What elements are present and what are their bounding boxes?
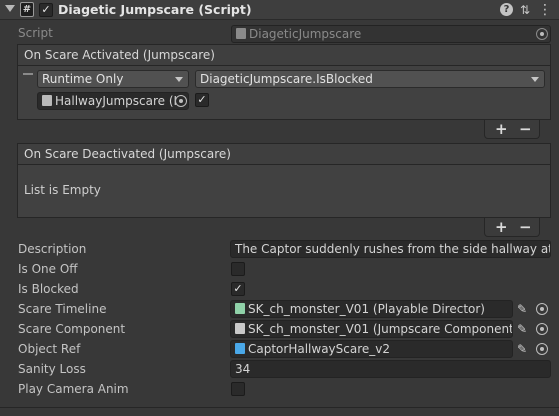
object-ref-field[interactable]: CaptorHallwayScare_v2 <box>230 340 513 358</box>
object-picker-icon[interactable] <box>536 303 548 315</box>
object-ref-label: Object Ref <box>18 342 81 356</box>
checkmark-icon: ✓ <box>41 3 51 16</box>
play-camera-anim-label: Play Camera Anim <box>18 382 129 396</box>
prefab-cube-icon <box>235 343 245 354</box>
play-camera-anim-checkbox[interactable] <box>231 382 245 396</box>
is-blocked-label: Is Blocked <box>18 282 79 296</box>
scare-timeline-field[interactable]: SK_ch_monster_V01 (Playable Director) <box>230 300 513 318</box>
scare-timeline-label: Scare Timeline <box>18 302 107 316</box>
object-picker-icon <box>536 28 548 40</box>
script-hash-icon: # <box>20 2 34 17</box>
sanity-loss-label: Sanity Loss <box>18 362 86 376</box>
pencil-icon[interactable]: ✎ <box>517 322 527 336</box>
help-icon[interactable]: ? <box>500 3 513 16</box>
playable-director-icon <box>235 303 245 314</box>
description-field[interactable]: The Captor suddenly rushes from the side… <box>230 240 551 258</box>
object-picker-icon[interactable] <box>536 343 548 355</box>
is-one-off-label: Is One Off <box>18 262 78 276</box>
listener-object-value: HallwayJumpscare (I <box>55 94 178 108</box>
deactivated-add-remove: + − <box>484 218 540 237</box>
add-button[interactable]: + <box>495 120 508 138</box>
component-title: Diagetic Jumpscare (Script) <box>58 2 252 17</box>
is-one-off-checkbox[interactable] <box>231 262 245 276</box>
presets-sliders-icon[interactable]: ⇅ <box>517 2 533 18</box>
scare-timeline-value: SK_ch_monster_V01 (Playable Director) <box>248 302 485 316</box>
list-empty-text: List is Empty <box>24 183 101 197</box>
runtime-mode-dropdown[interactable]: Runtime Only <box>37 70 189 88</box>
chevron-down-icon <box>531 77 539 82</box>
object-ref-value: CaptorHallwayScare_v2 <box>248 342 391 356</box>
script-label: Script <box>18 26 53 40</box>
function-dropdown[interactable]: DiageticJumpscare.IsBlocked <box>195 70 545 88</box>
kebab-menu-icon[interactable]: ⋮ <box>537 2 553 18</box>
is-blocked-checkbox[interactable]: ✓ <box>231 282 245 296</box>
foldout-arrow-icon[interactable] <box>5 5 15 12</box>
bool-argument-checkbox[interactable]: ✓ <box>195 93 209 107</box>
remove-button[interactable]: − <box>519 218 532 236</box>
component-divider <box>0 407 559 408</box>
checkmark-icon: ✓ <box>197 93 207 106</box>
script-file-icon <box>42 95 52 106</box>
description-label: Description <box>18 242 87 256</box>
checkmark-icon: ✓ <box>233 282 243 295</box>
script-file-icon <box>235 323 245 334</box>
pencil-icon[interactable]: ✎ <box>517 342 527 356</box>
add-button[interactable]: + <box>495 218 508 236</box>
on-scare-activated-header: On Scare Activated (Jumpscare) <box>17 44 551 65</box>
listener-object-field[interactable]: HallwayJumpscare (I <box>37 92 189 110</box>
scare-component-label: Scare Component <box>18 322 126 336</box>
on-scare-deactivated-header: On Scare Deactivated (Jumpscare) <box>17 143 551 164</box>
drag-handle-icon[interactable] <box>23 73 33 75</box>
script-file-icon <box>236 28 246 39</box>
component-enabled-checkbox[interactable]: ✓ <box>39 3 53 17</box>
script-field: DiageticJumpscare <box>231 25 551 43</box>
scare-component-field[interactable]: SK_ch_monster_V01 (Jumpscare Component) <box>230 320 513 338</box>
pencil-icon[interactable]: ✎ <box>517 302 527 316</box>
script-value: DiageticJumpscare <box>249 27 362 41</box>
runtime-mode-value: Runtime Only <box>42 72 124 86</box>
remove-button[interactable]: − <box>519 120 532 138</box>
sanity-loss-field[interactable]: 34 <box>230 360 551 378</box>
activated-add-remove: + − <box>484 120 540 139</box>
object-picker-icon[interactable] <box>175 95 187 107</box>
chevron-down-icon <box>175 77 183 82</box>
object-picker-icon[interactable] <box>536 323 548 335</box>
scare-component-value: SK_ch_monster_V01 (Jumpscare Component) <box>248 322 513 336</box>
function-value: DiageticJumpscare.IsBlocked <box>200 72 373 86</box>
